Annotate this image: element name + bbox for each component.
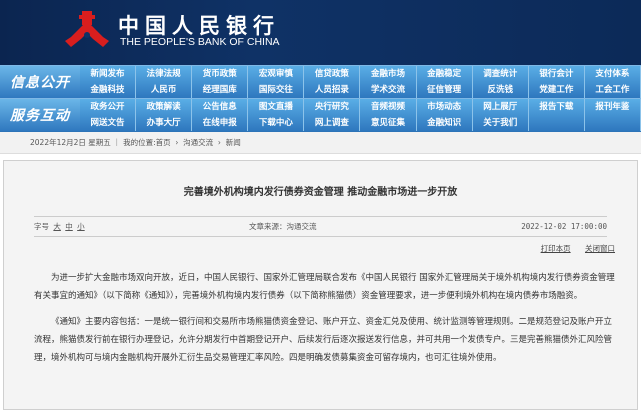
article-tools: 打印本页 关闭窗口 [529, 243, 615, 254]
breadcrumb: 2022年12月2日 星期五 ｜ 我的位置:首页 › 沟通交流 › 新闻 [0, 132, 641, 154]
nav-link[interactable]: 调查统计 [473, 66, 529, 82]
site-header: 中国人民银行 THE PEOPLE'S BANK OF CHINA [0, 0, 641, 65]
paragraph: 为进一步扩大金融市场双向开放，近日，中国人民银行、国家外汇管理局联合发布《中国人… [34, 273, 615, 301]
nav-link[interactable]: 新闻发布 [80, 66, 137, 82]
nav-link[interactable]: 银行会计 [529, 66, 585, 82]
font-large[interactable]: 大 [53, 222, 61, 231]
nav-link[interactable]: 图文直播 [248, 99, 305, 115]
pboc-logo-icon [65, 11, 109, 47]
nav-link[interactable]: 下载中心 [248, 115, 305, 131]
nav-link[interactable]: 网上展厅 [473, 99, 529, 115]
nav-service: 服务互动 政务公开 政策解读 公告信息 图文直播 央行研究 音频视频 市场动态 网上展厅 报告下… [0, 98, 641, 131]
nav-link[interactable]: 金融知识 [417, 115, 473, 131]
nav-link[interactable]: 报告下载 [529, 99, 585, 115]
nav-link[interactable]: 反洗钱 [473, 82, 529, 98]
article-meta: 字号 大 中 小 文章来源：沟通交流 2022-12-02 17:00:00 [34, 216, 607, 237]
article-datetime: 2022-12-02 17:00:00 [521, 222, 607, 231]
nav-link[interactable]: 报刊年鉴 [585, 99, 641, 115]
nav-link[interactable]: 经理国库 [192, 82, 249, 98]
nav-link [529, 115, 585, 131]
nav-link[interactable]: 音频视频 [360, 99, 417, 115]
nav-link[interactable]: 信贷政策 [304, 66, 361, 82]
breadcrumb-communication[interactable]: 沟通交流 [183, 138, 213, 147]
print-link[interactable]: 打印本页 [541, 244, 571, 253]
nav-link [585, 115, 641, 131]
nav-section-label: 服务互动 [0, 99, 80, 131]
nav-link[interactable]: 网送文告 [80, 115, 137, 131]
nav-link[interactable]: 宏观审慎 [248, 66, 305, 82]
nav-link[interactable]: 国际交往 [248, 82, 305, 98]
logo-english: THE PEOPLE'S BANK OF CHINA [120, 36, 280, 48]
nav-link[interactable]: 央行研究 [304, 99, 361, 115]
nav-info-public: 信息公开 新闻发布 法律法规 货币政策 宏观审慎 信贷政策 金融市场 金融稳定 调查统计 银行会… [0, 65, 641, 98]
nav-link[interactable]: 货币政策 [192, 66, 249, 82]
font-medium[interactable]: 中 [65, 222, 73, 231]
nav-link[interactable]: 法律法规 [136, 66, 193, 82]
location-label: 我的位置: [123, 138, 156, 147]
nav-link[interactable]: 市场动态 [417, 99, 473, 115]
nav-link[interactable]: 公告信息 [192, 99, 249, 115]
font-size-label: 字号 [34, 222, 49, 231]
current-date: 2022年12月2日 星期五 [30, 138, 111, 147]
main-nav: 信息公开 新闻发布 法律法规 货币政策 宏观审慎 信贷政策 金融市场 金融稳定 调查统计 银行会… [0, 65, 641, 132]
breadcrumb-news[interactable]: 新闻 [226, 138, 241, 147]
nav-link[interactable]: 政策解读 [136, 99, 193, 115]
nav-link[interactable]: 金融科技 [80, 82, 137, 98]
paragraph: 《通知》主要内容包括：一是统一银行间和交易所市场熊猫债资金登记、账户开立、资金汇… [34, 317, 613, 363]
nav-link[interactable]: 学术交流 [360, 82, 417, 98]
nav-link[interactable]: 党建工作 [529, 82, 585, 98]
nav-link[interactable]: 金融稳定 [417, 66, 473, 82]
article-body: 为进一步扩大金融市场双向开放，近日，中国人民银行、国家外汇管理局联合发布《中国人… [34, 269, 615, 375]
article-source: 文章来源：沟通交流 [249, 222, 317, 231]
nav-link[interactable]: 人民币 [136, 82, 193, 98]
nav-link[interactable]: 网上调查 [304, 115, 361, 131]
nav-link[interactable]: 征信管理 [417, 82, 473, 98]
article: 完善境外机构境内发行债券资金管理 推动金融市场进一步开放 字号 大 中 小 文章… [3, 160, 638, 410]
nav-link[interactable]: 人员招录 [304, 82, 361, 98]
nav-link[interactable]: 办事大厅 [136, 115, 193, 131]
nav-link[interactable]: 关于我们 [473, 115, 529, 131]
nav-link[interactable]: 在线申报 [192, 115, 249, 131]
breadcrumb-home[interactable]: 首页 [156, 138, 171, 147]
nav-link[interactable]: 工会工作 [585, 82, 641, 98]
close-window-link[interactable]: 关闭窗口 [585, 244, 615, 253]
nav-section-label: 信息公开 [0, 66, 80, 98]
nav-link[interactable]: 政务公开 [80, 99, 137, 115]
nav-link[interactable]: 意见征集 [360, 115, 417, 131]
nav-link[interactable]: 金融市场 [360, 66, 417, 82]
font-small[interactable]: 小 [77, 222, 85, 231]
article-title: 完善境外机构境内发行债券资金管理 推动金融市场进一步开放 [183, 187, 458, 198]
nav-link[interactable]: 支付体系 [585, 66, 641, 82]
